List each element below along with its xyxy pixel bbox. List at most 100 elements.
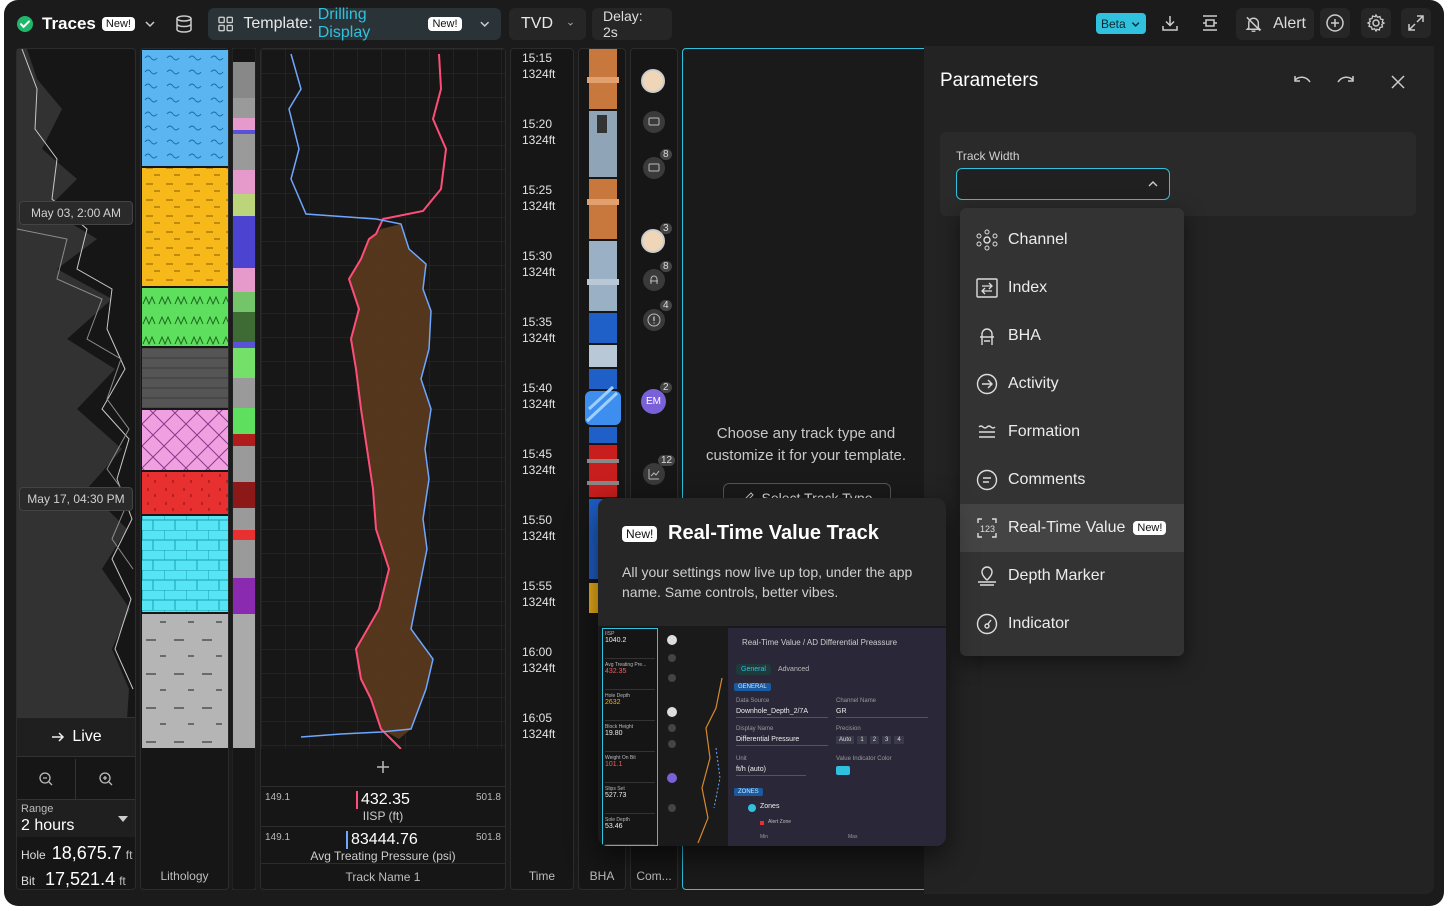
fullscreen-button[interactable]	[1401, 8, 1431, 38]
undo-button[interactable]	[1288, 68, 1316, 96]
menu-item-indicator[interactable]: Indicator	[960, 600, 1184, 648]
popup-title: Real-Time Value Track	[668, 522, 879, 544]
app-window: Traces New! Template: Drilling Display N…	[4, 0, 1444, 906]
expand-icon	[1408, 15, 1424, 31]
channel-header-iisp[interactable]: 149.1 432.35 501.8 IISP (ft)	[261, 786, 505, 826]
channel-min: 149.1	[265, 832, 291, 843]
avatar[interactable]	[641, 69, 665, 93]
alert-marker[interactable]	[643, 309, 665, 331]
lithology-label: Lithology	[160, 869, 209, 883]
track-width-select[interactable]	[956, 168, 1170, 200]
preview-realtime-row: Hole Depth 2632	[605, 693, 655, 721]
chevron-down-icon	[1131, 21, 1140, 27]
activity-icon	[976, 373, 998, 395]
preview-realtime-value: 527.73	[605, 792, 627, 799]
preview-channel-label: Channel Name	[836, 698, 877, 704]
range-value: 2 hours	[21, 817, 75, 834]
menu-item-realtime-value[interactable]: 123 Real-Time Value New!	[960, 504, 1184, 552]
preview-data-source-value: Downhole_Depth_2/7A	[736, 708, 828, 718]
undo-icon	[1294, 76, 1311, 83]
template-selector[interactable]: Template: Drilling Display New!	[208, 6, 501, 41]
hole-value: 18,675.7	[51, 843, 122, 863]
menu-item-bha[interactable]: BHA	[960, 312, 1184, 360]
curve-track: 149.1 432.35 501.8 IISP (ft) 149.1 83444…	[260, 48, 506, 890]
preview-precision-option: Auto	[836, 736, 855, 744]
overview-waveform	[17, 49, 134, 719]
channel-header-pressure[interactable]: 149.1 83444.76 501.8 Avg Treating Pressu…	[261, 826, 505, 866]
channel-name: Avg Treating Pressure (psi)	[310, 849, 456, 863]
align-button[interactable]	[1195, 8, 1225, 38]
settings-button[interactable]	[1361, 8, 1391, 38]
chevron-down-icon	[568, 22, 573, 26]
bell-off-icon	[1245, 16, 1262, 32]
live-button[interactable]: Live	[17, 717, 135, 757]
app-menu[interactable]: Traces New!	[16, 8, 157, 40]
popup-new-badge: New!	[622, 526, 658, 542]
range-select[interactable]: Range 2 hours	[17, 799, 135, 837]
close-button[interactable]	[1384, 68, 1412, 96]
menu-item-label: Depth Marker	[1008, 567, 1105, 584]
time-tick: 16:05 1324ft	[522, 710, 555, 742]
menu-item-depth-marker[interactable]: Depth Marker	[960, 552, 1184, 600]
alert-button[interactable]: Alert	[1236, 8, 1314, 40]
comment-marker[interactable]	[643, 157, 665, 179]
alert-label: Alert	[1273, 15, 1306, 32]
depth-mode-select[interactable]: TVD	[509, 8, 586, 40]
time-label: Time	[528, 869, 556, 883]
channel-max: 501.8	[475, 792, 501, 803]
menu-item-label: Index	[1008, 279, 1048, 296]
delay-indicator[interactable]: Delay: 2s	[592, 8, 672, 40]
comment-count-badge: 4	[660, 300, 672, 311]
live-label: Live	[72, 728, 102, 745]
zoom-in-button[interactable]	[76, 759, 135, 799]
preview-realtime-row: Sole Depth 53.46	[605, 817, 655, 845]
time-tick-time: 15:25	[522, 183, 553, 197]
comment-marker[interactable]	[643, 111, 665, 133]
add-track-button[interactable]	[1320, 8, 1350, 38]
time-tick-depth: 1324ft	[522, 265, 556, 279]
menu-item-label: Channel	[1008, 231, 1068, 248]
beta-toggle[interactable]: Beta	[1096, 13, 1146, 34]
menu-item-formation[interactable]: Formation	[960, 408, 1184, 456]
chevron-down-icon	[145, 21, 155, 28]
time-tick-time: 15:40	[522, 381, 553, 395]
time-tick-depth: 1324ft	[522, 727, 556, 741]
preview-data-source-label: Data Source	[736, 698, 770, 704]
bha-marker[interactable]	[643, 269, 665, 291]
time-tick: 15:35 1324ft	[522, 314, 555, 346]
download-button[interactable]	[1155, 8, 1185, 38]
time-tick: 15:25 1324ft	[522, 182, 555, 214]
app-name: Traces	[42, 14, 96, 33]
arrow-right-icon	[52, 732, 65, 742]
preview-tab-general: General	[736, 664, 771, 675]
menu-item-comments[interactable]: Comments	[960, 456, 1184, 504]
preview-zones-toggle	[748, 804, 756, 812]
menu-item-index[interactable]: Index	[960, 264, 1184, 312]
menu-item-channel[interactable]: Channel	[960, 216, 1184, 264]
realtime-value-icon: 123	[977, 518, 997, 538]
chart-marker[interactable]	[643, 463, 665, 485]
preview-realtime-value: 19.80	[605, 730, 623, 737]
lithology-column	[142, 50, 228, 748]
zoom-out-button[interactable]	[17, 759, 76, 799]
database-button[interactable]	[166, 8, 202, 40]
formation-color-strip	[232, 48, 256, 890]
caret-down-icon	[118, 816, 128, 822]
track-width-label: Track Width	[956, 149, 1020, 163]
time-tick-time: 15:55	[522, 579, 553, 593]
range-label: Range	[21, 803, 54, 815]
channel-min: 149.1	[265, 792, 291, 803]
preview-precision-option: 1	[857, 736, 867, 744]
zoom-in-icon	[98, 772, 112, 786]
time-tick: 15:45 1324ft	[522, 446, 555, 478]
redo-button[interactable]	[1332, 68, 1360, 96]
add-channel-button[interactable]	[371, 755, 395, 779]
time-tick: 15:30 1324ft	[522, 248, 555, 280]
redo-icon	[1337, 76, 1354, 83]
time-tick-time: 15:50	[522, 513, 553, 527]
time-tick: 15:55 1324ft	[522, 578, 555, 610]
chart-icon	[648, 469, 660, 480]
bha-icon	[650, 275, 658, 284]
preview-realtime-row: Slips Set 527.73	[605, 786, 655, 814]
menu-item-activity[interactable]: Activity	[960, 360, 1184, 408]
